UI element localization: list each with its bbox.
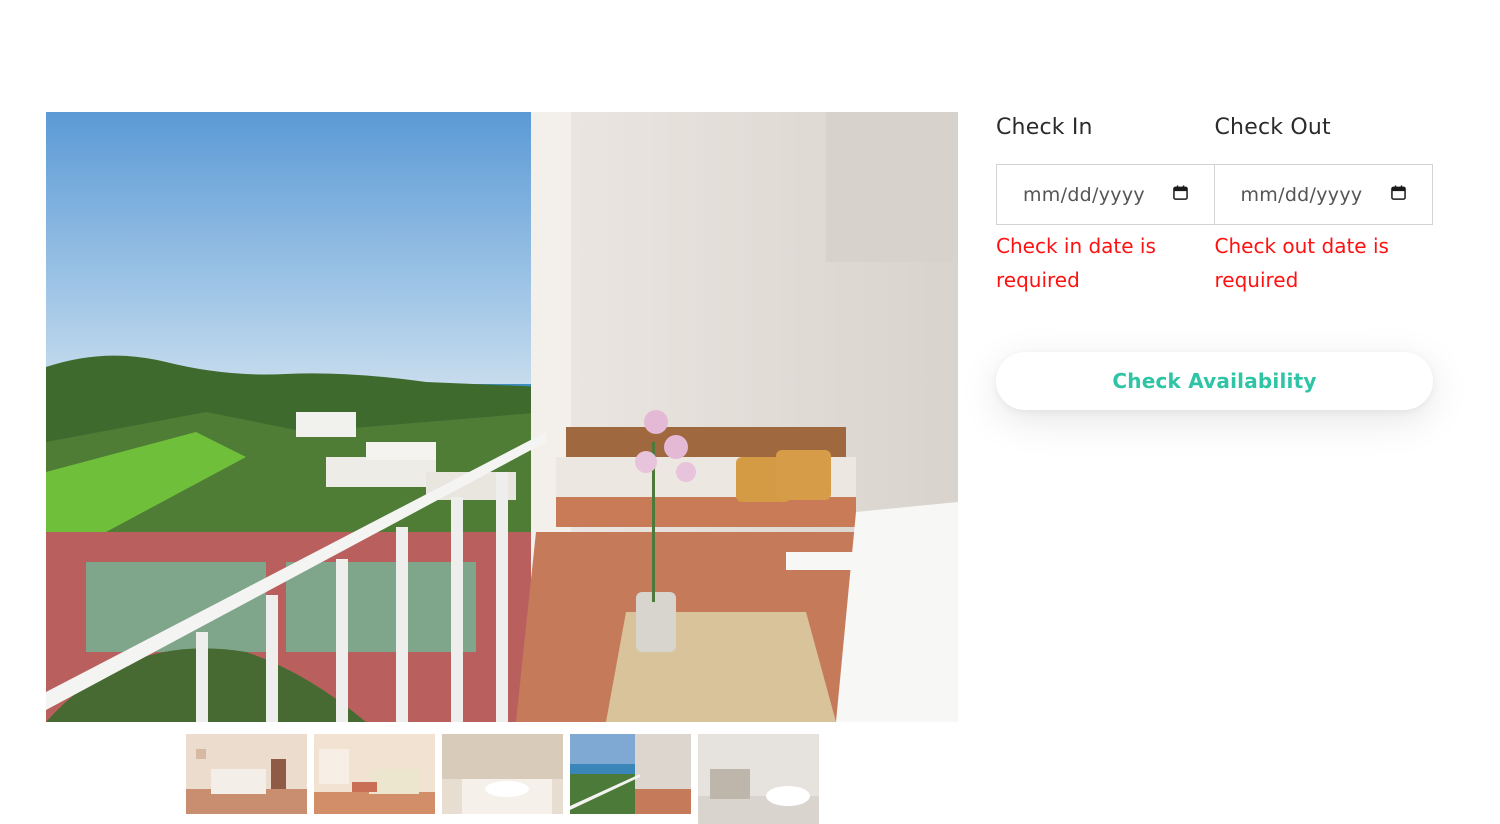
check-availability-button[interactable]: Check Availability <box>996 352 1433 410</box>
check-out-label: Check Out <box>1214 115 1331 140</box>
calendar-icon[interactable] <box>1172 185 1188 204</box>
check-out-placeholder: mm/dd/yyyy <box>1240 183 1363 206</box>
bathroom-sink-photo-illustration <box>442 734 563 814</box>
calendar-icon[interactable] <box>1391 185 1406 204</box>
thumbnail-bedroom[interactable] <box>186 734 307 814</box>
thumbnail-living-room[interactable] <box>314 734 435 814</box>
main-gallery-photo[interactable] <box>46 112 958 722</box>
thumbnail-bathroom-sink[interactable] <box>442 734 563 814</box>
check-in-date-input[interactable]: mm/dd/yyyy <box>996 164 1215 225</box>
check-out-date-input[interactable]: mm/dd/yyyy <box>1214 164 1433 225</box>
living-room-photo-illustration <box>314 734 435 814</box>
thumbnail-strip <box>186 734 819 824</box>
booking-form: Check In mm/dd/yyyy Check in date is req… <box>996 112 1433 410</box>
page: Check In mm/dd/yyyy Check in date is req… <box>0 0 1500 824</box>
bedroom-photo-illustration <box>186 734 307 814</box>
date-fields: Check In mm/dd/yyyy Check in date is req… <box>996 112 1433 297</box>
thumbnail-balcony[interactable] <box>570 734 691 814</box>
bathroom-bathtub-photo-illustration <box>698 734 819 824</box>
check-out-error: Check out date is required <box>1214 234 1389 292</box>
balcony-photo-illustration <box>46 112 958 722</box>
check-in-label: Check In <box>996 115 1093 140</box>
check-in-error: Check in date is required <box>996 234 1156 292</box>
check-in-placeholder: mm/dd/yyyy <box>1023 183 1145 206</box>
check-in-field: Check In mm/dd/yyyy Check in date is req… <box>996 112 1215 297</box>
balcony-thumbnail-illustration <box>570 734 691 814</box>
thumbnail-bathroom-bathtub[interactable] <box>698 734 819 824</box>
check-out-field: Check Out mm/dd/yyyy Check out date is r… <box>1214 112 1433 297</box>
